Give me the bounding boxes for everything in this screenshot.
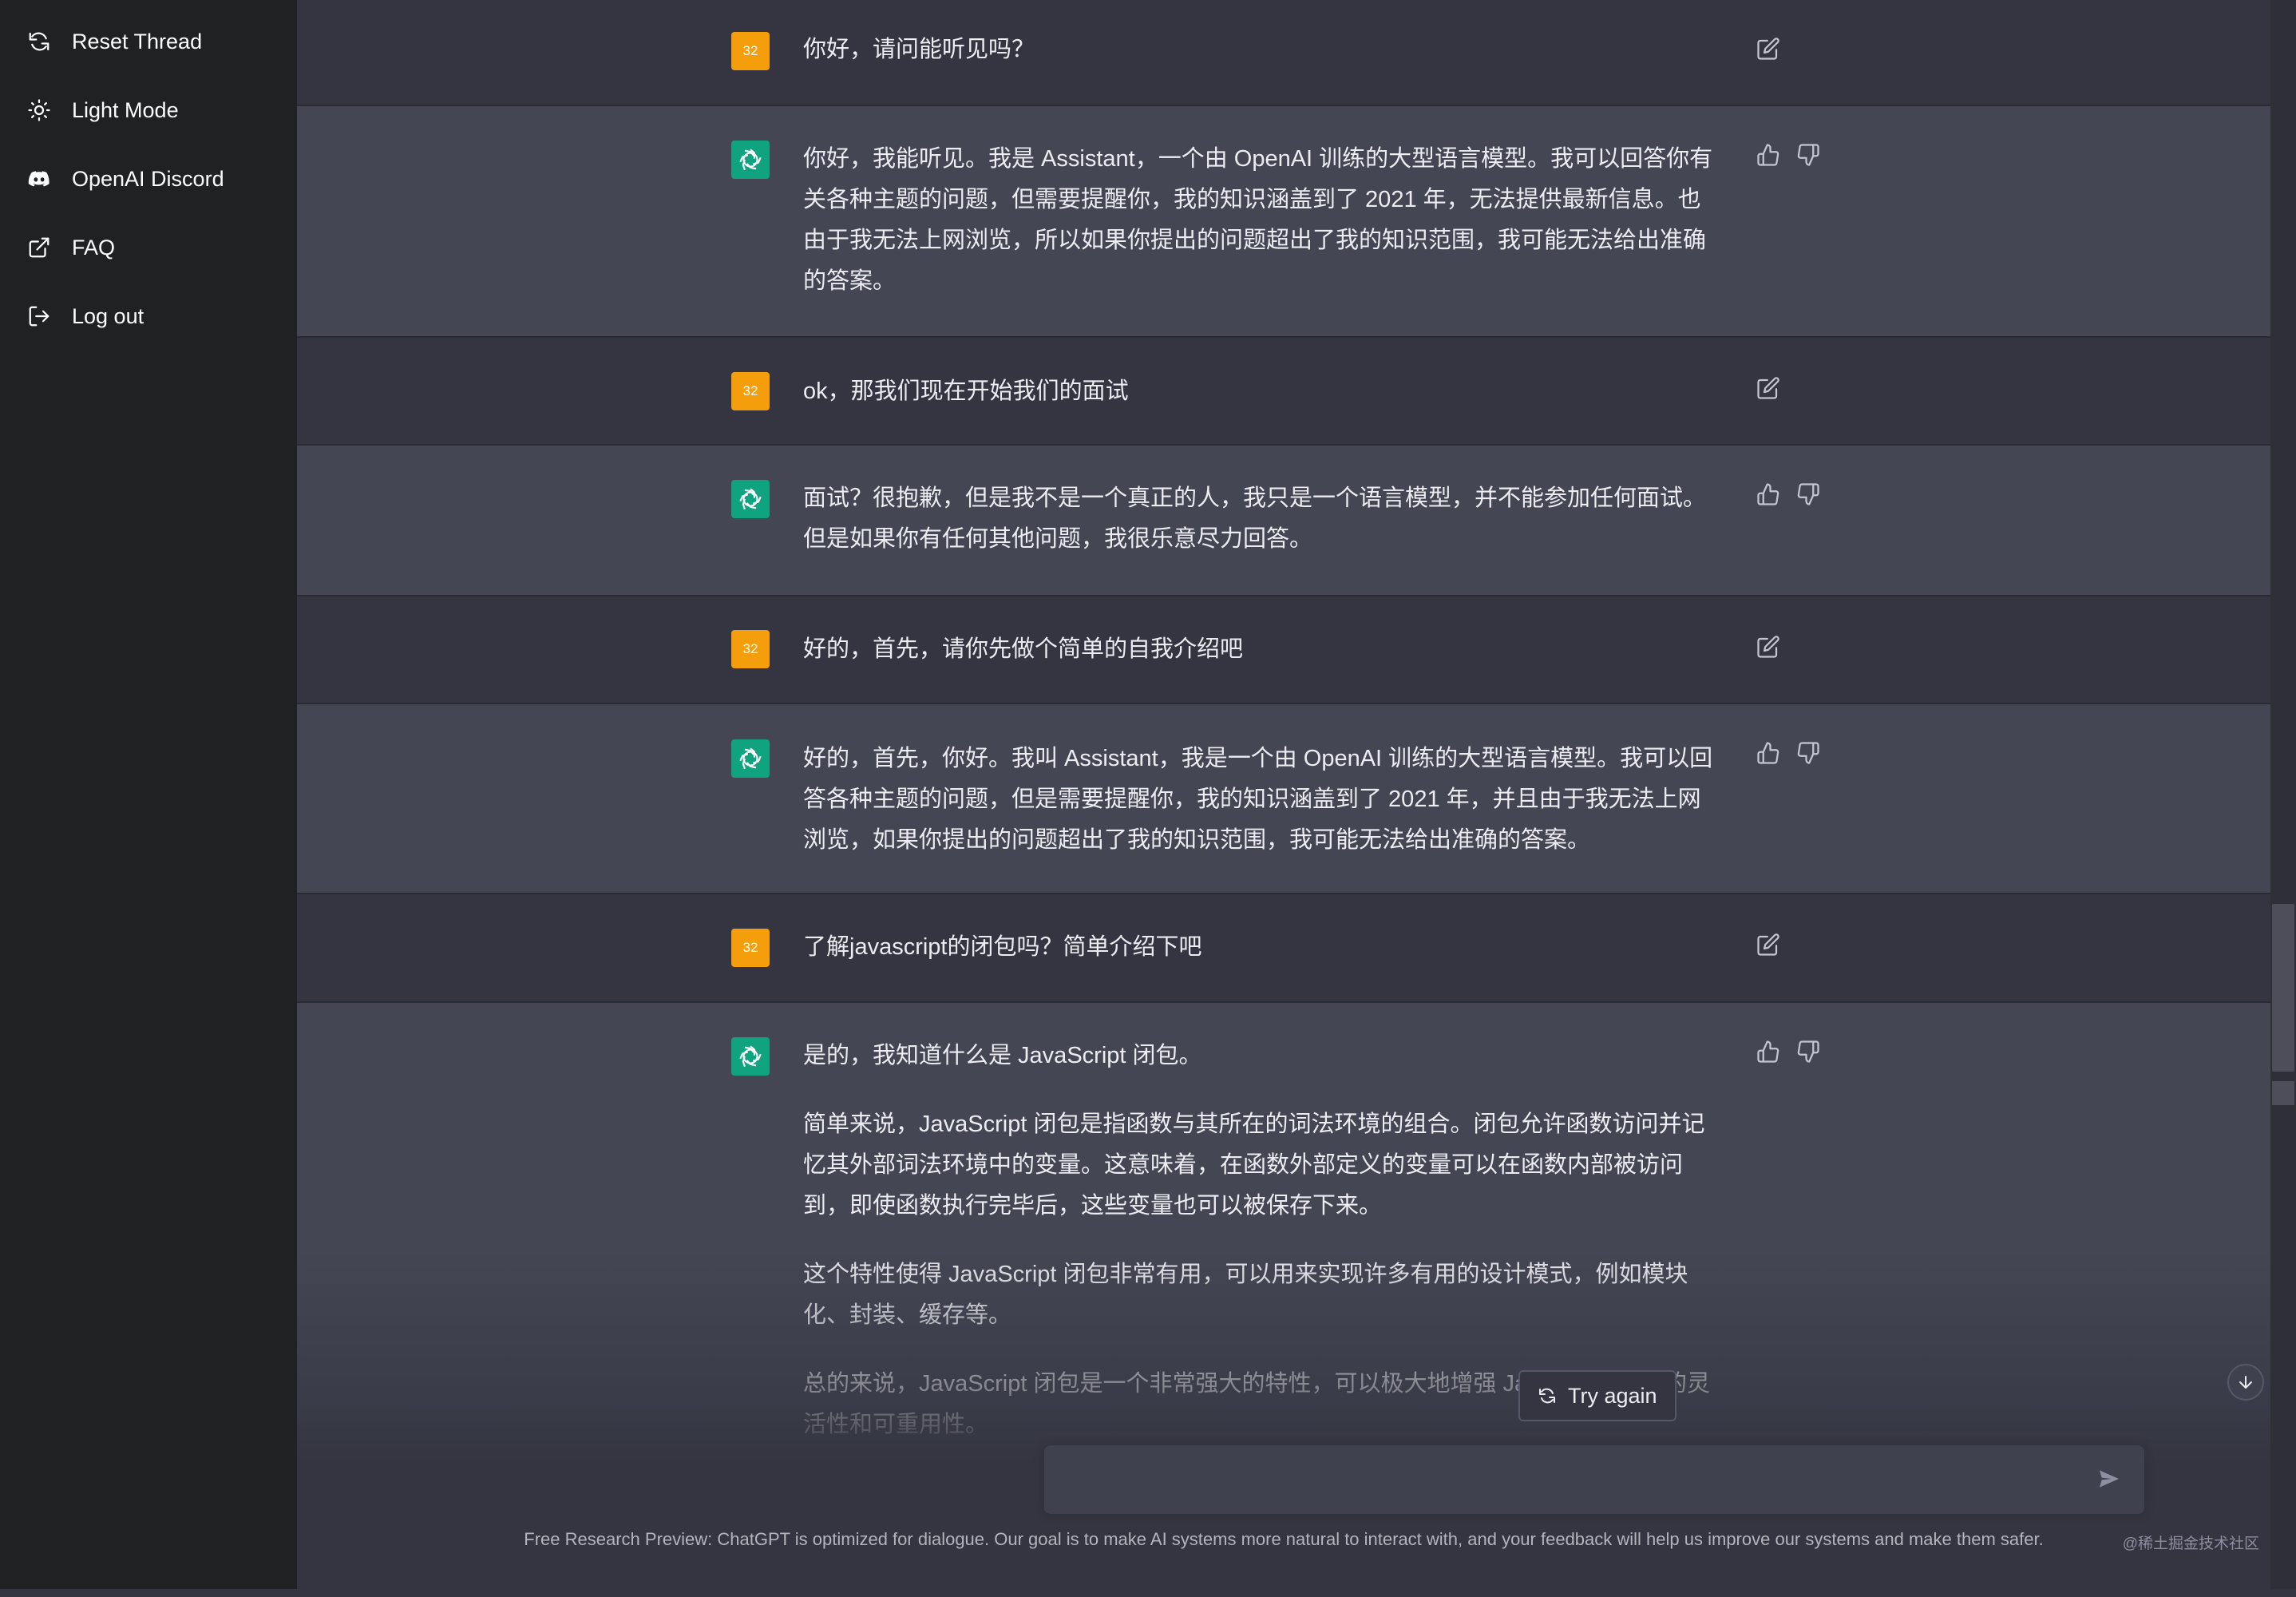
- user-avatar: 32: [731, 372, 770, 410]
- user-avatar: 32: [731, 630, 770, 668]
- message-paragraph: 简单来说，JavaScript 闭包是指函数与其所在的词法环境的组合。闭包允许函…: [803, 1112, 1705, 1219]
- user-avatar: 32: [731, 32, 770, 70]
- message-paragraph: 好的，首先，请你先做个简单的自我介绍吧: [803, 636, 1244, 662]
- try-again-label: Try again: [1568, 1383, 1657, 1408]
- scrollbar-track[interactable]: [2270, 0, 2296, 1589]
- chatgpt-logo-icon: [731, 739, 770, 778]
- thumbs-down-icon[interactable]: [1796, 482, 1822, 508]
- message-text: 了解javascript的闭包吗？简单介绍下吧: [803, 927, 1721, 968]
- assistant-message-row: 你好，我能听见。我是 Assistant，一个由 OpenAI 训练的大型语言模…: [297, 106, 2270, 338]
- sun-icon: [26, 97, 53, 124]
- chatgpt-logo-icon: [731, 480, 770, 518]
- message-text: 好的，首先，请你先做个简单的自我介绍吧: [803, 629, 1721, 670]
- footer-disclaimer: Free Research Preview: ChatGPT is optimi…: [524, 1529, 2044, 1549]
- arrow-down-icon: [2239, 1376, 2252, 1389]
- sidebar-item-faq[interactable]: FAQ: [0, 213, 297, 282]
- message-paragraph: 是的，我知道什么是 JavaScript 闭包。: [803, 1043, 1202, 1068]
- assistant-message-row: 好的，首先，你好。我叫 Assistant，我是一个由 OpenAI 训练的大型…: [297, 704, 2270, 894]
- edit-icon[interactable]: [1756, 635, 1782, 660]
- user-message-row: 32 好的，首先，请你先做个简单的自我介绍吧: [297, 596, 2270, 704]
- thumbs-down-icon[interactable]: [1796, 143, 1822, 168]
- thumbs-up-icon[interactable]: [1756, 143, 1782, 168]
- send-icon[interactable]: [2096, 1466, 2125, 1495]
- sidebar-item-light-mode[interactable]: Light Mode: [0, 76, 297, 145]
- sidebar-item-log-out[interactable]: Log out: [0, 282, 297, 351]
- watermark: @稀土掘金技术社区: [2122, 1536, 2259, 1552]
- message-paragraph: 你好，请问能听见吗？: [803, 37, 1035, 62]
- message-paragraph: 这个特性使得 JavaScript 闭包非常有用，可以用来实现许多有用的设计模式…: [803, 1262, 1688, 1328]
- conversation-area: 32 你好，请问能听见吗？ 你好，我能听见。我是 Assistant，一个由 O…: [297, 0, 2270, 1597]
- thumbs-down-icon[interactable]: [1796, 1040, 1822, 1065]
- message-text: 你好，我能听见。我是 Assistant，一个由 OpenAI 训练的大型语言模…: [803, 139, 1721, 302]
- message-text: ok，那我们现在开始我们的面试: [803, 371, 1721, 412]
- assistant-message-row: 面试？很抱歉，但是我不是一个真正的人，我只是一个语言模型，并不能参加任何面试。但…: [297, 446, 2270, 596]
- message-text: 你好，请问能听见吗？: [803, 30, 1721, 70]
- user-message-row: 32 你好，请问能听见吗？: [297, 0, 2270, 106]
- thumbs-up-icon[interactable]: [1756, 741, 1782, 767]
- chatgpt-logo-icon: [731, 1037, 770, 1076]
- scrollbar-thumb[interactable]: [2272, 904, 2294, 1072]
- sidebar-item-label: OpenAI Discord: [72, 166, 224, 191]
- edit-icon[interactable]: [1756, 37, 1782, 62]
- message-paragraph: 你好，我能听见。我是 Assistant，一个由 OpenAI 训练的大型语言模…: [803, 146, 1713, 294]
- sidebar-item-reset-thread[interactable]: Reset Thread: [0, 7, 297, 76]
- thumbs-up-icon[interactable]: [1756, 482, 1782, 508]
- message-text: 好的，首先，你好。我叫 Assistant，我是一个由 OpenAI 训练的大型…: [803, 739, 1721, 861]
- sidebar-item-label: Light Mode: [72, 97, 179, 122]
- user-avatar: 32: [731, 929, 770, 967]
- logout-icon: [26, 303, 53, 330]
- sidebar: Reset Thread Light Mode OpenAI Discord F…: [0, 0, 297, 1589]
- message-input[interactable]: [1063, 1463, 2088, 1501]
- try-again-button[interactable]: Try again: [1518, 1370, 1676, 1421]
- message-paragraph: 面试？很抱歉，但是我不是一个真正的人，我只是一个语言模型，并不能参加任何面试。但…: [803, 485, 1707, 552]
- message-paragraph: 好的，首先，你好。我叫 Assistant，我是一个由 OpenAI 训练的大型…: [803, 746, 1713, 853]
- sidebar-item-label: FAQ: [72, 235, 116, 260]
- discord-icon: [26, 165, 53, 192]
- user-message-row: 32 了解javascript的闭包吗？简单介绍下吧: [297, 894, 2270, 1003]
- message-paragraph: ok，那我们现在开始我们的面试: [803, 378, 1129, 404]
- message-text: 面试？很抱歉，但是我不是一个真正的人，我只是一个语言模型，并不能参加任何面试。但…: [803, 478, 1721, 560]
- sidebar-item-label: Log out: [72, 303, 144, 328]
- refresh-icon: [1539, 1388, 1555, 1404]
- scrollbar-thumb-secondary[interactable]: [2272, 1081, 2294, 1105]
- sidebar-item-label: Reset Thread: [72, 29, 203, 53]
- edit-icon[interactable]: [1756, 376, 1782, 402]
- message-paragraph: 了解javascript的闭包吗？简单介绍下吧: [803, 934, 1202, 960]
- external-link-icon: [26, 234, 53, 261]
- chatgpt-logo-icon: [731, 141, 770, 179]
- sidebar-item-openai-discord[interactable]: OpenAI Discord: [0, 145, 297, 213]
- edit-icon[interactable]: [1756, 933, 1782, 958]
- user-message-row: 32 ok，那我们现在开始我们的面试: [297, 338, 2270, 446]
- reset-icon: [26, 28, 53, 55]
- thumbs-down-icon[interactable]: [1796, 741, 1822, 767]
- thumbs-up-icon[interactable]: [1756, 1040, 1782, 1065]
- message-input-box: [1044, 1445, 2144, 1514]
- scroll-down-button[interactable]: [2227, 1364, 2264, 1401]
